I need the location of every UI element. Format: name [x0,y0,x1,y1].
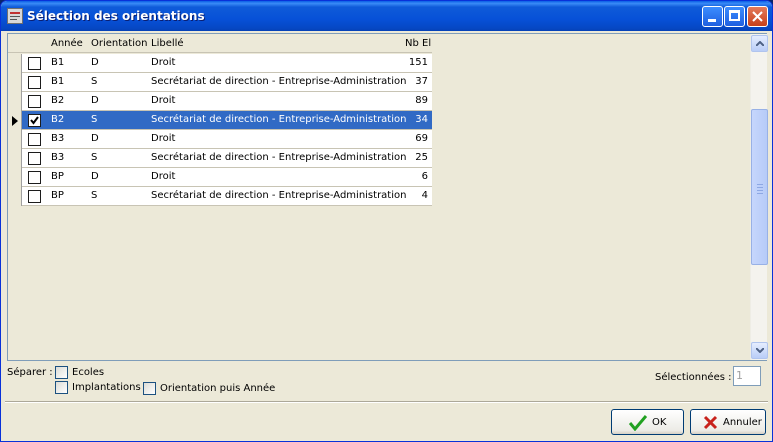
checkmark-icon [629,415,647,431]
implantations-label[interactable]: Implantations [72,382,141,393]
cell-nb-el: 151 [408,57,428,68]
chevron-up-icon [756,41,764,46]
scroll-thumb[interactable] [751,109,768,265]
table-row[interactable]: BP S Secrétariat de direction - Entreprise… [8,187,432,206]
maximize-icon [729,10,740,21]
cell-orientation: S [91,114,98,125]
app-icon [7,8,23,24]
cell-orientation: D [91,171,99,182]
row-indicator [8,168,22,187]
header-libelle[interactable]: Libellé [151,38,184,49]
cell-annee: B3 [51,133,65,144]
title-bar[interactable]: Sélection des orientations [1,1,772,31]
cell-orientation: S [91,190,98,201]
chevron-down-icon [756,348,764,353]
cell-libelle: Droit [151,95,176,106]
cell-orientation: D [91,95,99,106]
cell-orientation: D [91,57,99,68]
cancel-x-icon [703,415,718,430]
row-indicator [8,73,22,92]
vertical-scrollbar[interactable] [750,34,768,360]
ok-button[interactable]: OK [611,409,684,435]
divider [5,401,768,403]
cell-annee: B1 [51,57,65,68]
row-checkbox[interactable] [28,57,41,70]
minimize-icon [708,19,716,22]
separate-label: Séparer : [7,367,53,378]
orientations-grid[interactable]: Année Orientation Libellé Nb El B1 D Droit… [7,33,768,361]
cell-libelle: Droit [151,57,176,68]
grid-body: Année Orientation Libellé Nb El B1 D Droit… [8,34,749,360]
cell-nb-el: 25 [415,152,428,163]
row-indicator [8,130,22,149]
header-orientation[interactable]: Orientation [91,38,147,49]
maximize-button[interactable] [724,6,745,27]
current-row-arrow-icon [12,116,18,126]
scroll-up-button[interactable] [751,35,768,52]
row-checkbox[interactable] [28,171,41,184]
ecoles-label[interactable]: Ecoles [72,367,104,378]
grid-header: Année Orientation Libellé Nb El [8,34,432,53]
ecoles-checkbox[interactable] [55,366,68,379]
close-icon [752,11,763,22]
cell-orientation: S [91,76,98,87]
table-row[interactable]: B3 S Secrétariat de direction - Entreprise… [8,149,432,168]
row-indicator [8,187,22,206]
table-row[interactable]: B1 S Secrétariat de direction - Entreprise… [8,73,432,92]
cell-orientation: D [91,133,99,144]
orientation-puis-annee-label[interactable]: Orientation puis Année [160,383,275,394]
minimize-button[interactable] [702,6,723,27]
table-row[interactable]: B3 D Droit 69 [8,130,432,149]
cell-annee: B2 [51,114,65,125]
dialog-content: Année Orientation Libellé Nb El B1 D Droit… [5,31,768,439]
header-annee[interactable]: Année [51,38,83,49]
cell-nb-el: 69 [415,133,428,144]
cell-nb-el: 37 [415,76,428,87]
cancel-button[interactable]: Annuler [690,409,766,435]
row-checkbox[interactable] [28,76,41,89]
cell-nb-el: 4 [421,190,428,201]
cell-libelle: Secrétariat de direction - Entreprise-Ad… [151,114,407,125]
orientation-puis-annee-checkbox[interactable] [143,382,156,395]
cell-nb-el: 6 [421,171,428,182]
header-nb-el[interactable]: Nb El [405,38,431,49]
close-button[interactable] [747,6,768,27]
cell-libelle: Droit [151,133,176,144]
implantations-checkbox[interactable] [55,381,68,394]
row-checkbox[interactable] [28,133,41,146]
row-indicator [8,54,22,73]
cell-annee: B1 [51,76,65,87]
cell-annee: B3 [51,152,65,163]
table-row[interactable]: BP D Droit 6 [8,168,432,187]
cell-annee: BP [51,190,64,201]
cell-nb-el: 34 [415,114,428,125]
window-title: Sélection des orientations [27,9,205,23]
table-row[interactable]: B1 D Droit 151 [8,54,432,73]
row-checkbox[interactable] [28,152,41,165]
table-row[interactable]: B2 S Secrétariat de direction - Entreprise… [8,111,432,130]
selected-count-field: 1 [733,366,761,386]
cell-annee: B2 [51,95,65,106]
ok-label: OK [652,417,667,428]
row-checkbox[interactable] [28,190,41,203]
cell-libelle: Secrétariat de direction - Entreprise-Ad… [151,152,407,163]
selected-count-label: Sélectionnées : [655,372,732,383]
dialog-window: Sélection des orientations Année Orienta… [0,0,773,442]
cell-annee: BP [51,171,64,182]
row-checkbox[interactable] [28,114,41,127]
cell-libelle: Droit [151,171,176,182]
cell-libelle: Secrétariat de direction - Entreprise-Ad… [151,76,407,87]
cell-orientation: S [91,152,98,163]
cell-nb-el: 89 [415,95,428,106]
check-icon [30,116,39,125]
cell-libelle: Secrétariat de direction - Entreprise-Ad… [151,190,407,201]
row-indicator [8,111,22,130]
row-indicator [8,92,22,111]
cancel-label: Annuler [723,417,762,428]
scroll-down-button[interactable] [751,342,768,359]
table-row[interactable]: B2 D Droit 89 [8,92,432,111]
row-indicator [8,149,22,168]
row-checkbox[interactable] [28,95,41,108]
